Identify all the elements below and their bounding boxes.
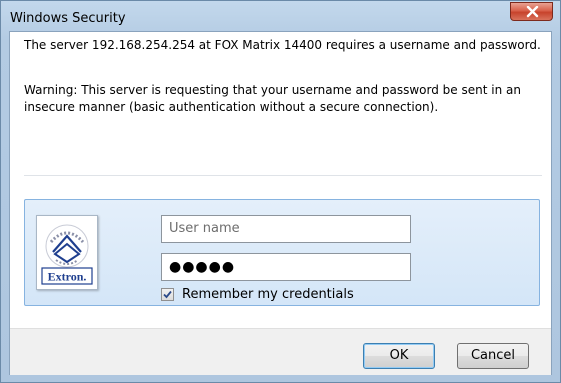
- remember-label: Remember my credentials: [182, 287, 354, 302]
- checkbox-box[interactable]: [161, 288, 174, 301]
- cancel-button[interactable]: Cancel: [457, 343, 529, 369]
- button-bar: OK Cancel: [10, 328, 551, 375]
- close-button[interactable]: [510, 2, 553, 21]
- username-input[interactable]: User name: [161, 215, 411, 243]
- server-message: The server 192.168.254.254 at FOX Matrix…: [24, 38, 541, 52]
- extron-logo-icon: Extron.: [41, 224, 93, 285]
- windows-security-dialog: Windows Security The server 192.168.254.…: [0, 0, 561, 383]
- close-icon: [526, 6, 539, 18]
- logo-text: Extron.: [48, 270, 87, 284]
- credential-tile[interactable]: Extron.: [36, 215, 98, 290]
- title-bar[interactable]: Windows Security: [1, 1, 560, 31]
- warning-message: Warning: This server is requesting that …: [24, 83, 521, 114]
- checkmark-icon: [163, 290, 172, 299]
- password-input[interactable]: ●●●●●: [161, 253, 411, 281]
- window-title: Windows Security: [10, 11, 126, 26]
- dialog-body: The server 192.168.254.254 at FOX Matrix…: [9, 31, 552, 375]
- credential-panel: Extron. User name ●●●●● Remember my cred…: [24, 199, 540, 306]
- ok-button[interactable]: OK: [363, 343, 435, 369]
- divider: [24, 175, 542, 176]
